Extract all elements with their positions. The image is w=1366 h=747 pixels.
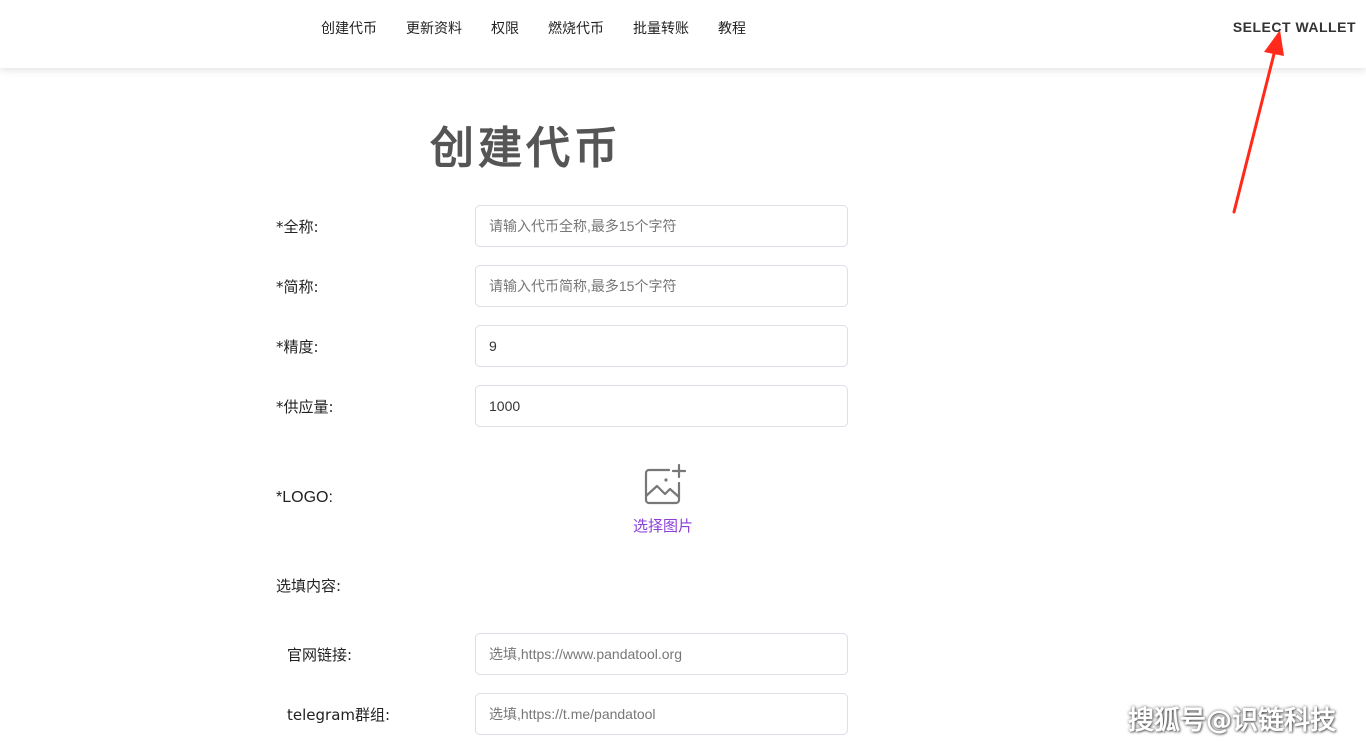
- image-add-icon: [644, 463, 686, 505]
- nav-create-token[interactable]: 创建代币: [321, 18, 377, 40]
- decimals-label: *精度:: [276, 338, 319, 356]
- website-label: 官网链接:: [287, 646, 353, 664]
- nav-burn-token[interactable]: 燃烧代币: [548, 18, 604, 40]
- watermark: 搜狐号@识链科技: [1127, 706, 1336, 736]
- decimals-input[interactable]: [475, 325, 848, 367]
- full-name-input[interactable]: [475, 205, 848, 247]
- logo-upload-button[interactable]: 选择图片: [620, 463, 706, 539]
- nav-tutorial[interactable]: 教程: [718, 18, 746, 40]
- red-arrow-icon: [1232, 30, 1284, 214]
- supply-input[interactable]: [475, 385, 848, 427]
- full-name-label: *全称:: [276, 218, 319, 236]
- telegram-label: telegram群组:: [287, 706, 391, 724]
- telegram-input[interactable]: [475, 693, 848, 735]
- supply-label: *供应量:: [276, 398, 334, 416]
- telegram-row: telegram群组:: [276, 693, 850, 735]
- logo-label: *LOGO:: [276, 489, 333, 506]
- website-row: 官网链接:: [276, 633, 850, 675]
- decimals-row: *精度:: [276, 325, 850, 367]
- supply-row: *供应量:: [276, 385, 850, 427]
- symbol-input[interactable]: [475, 265, 848, 307]
- full-name-row: *全称:: [276, 205, 850, 247]
- optional-section-heading: 选填内容:: [276, 577, 342, 595]
- symbol-row: *简称:: [276, 265, 850, 307]
- nav-batch-transfer[interactable]: 批量转账: [633, 18, 689, 40]
- nav-permissions[interactable]: 权限: [491, 18, 519, 40]
- symbol-label: *简称:: [276, 278, 319, 296]
- top-navigation-bar: 创建代币 更新资料 权限 燃烧代币 批量转账 教程 SELECT WALLET: [0, 0, 1366, 68]
- website-input[interactable]: [475, 633, 848, 675]
- nav-update-info[interactable]: 更新资料: [406, 18, 462, 40]
- upload-text: 选择图片: [632, 517, 693, 535]
- page-title: 创建代币: [430, 123, 622, 174]
- main-nav: 创建代币 更新资料 权限 燃烧代币 批量转账 教程: [321, 18, 746, 40]
